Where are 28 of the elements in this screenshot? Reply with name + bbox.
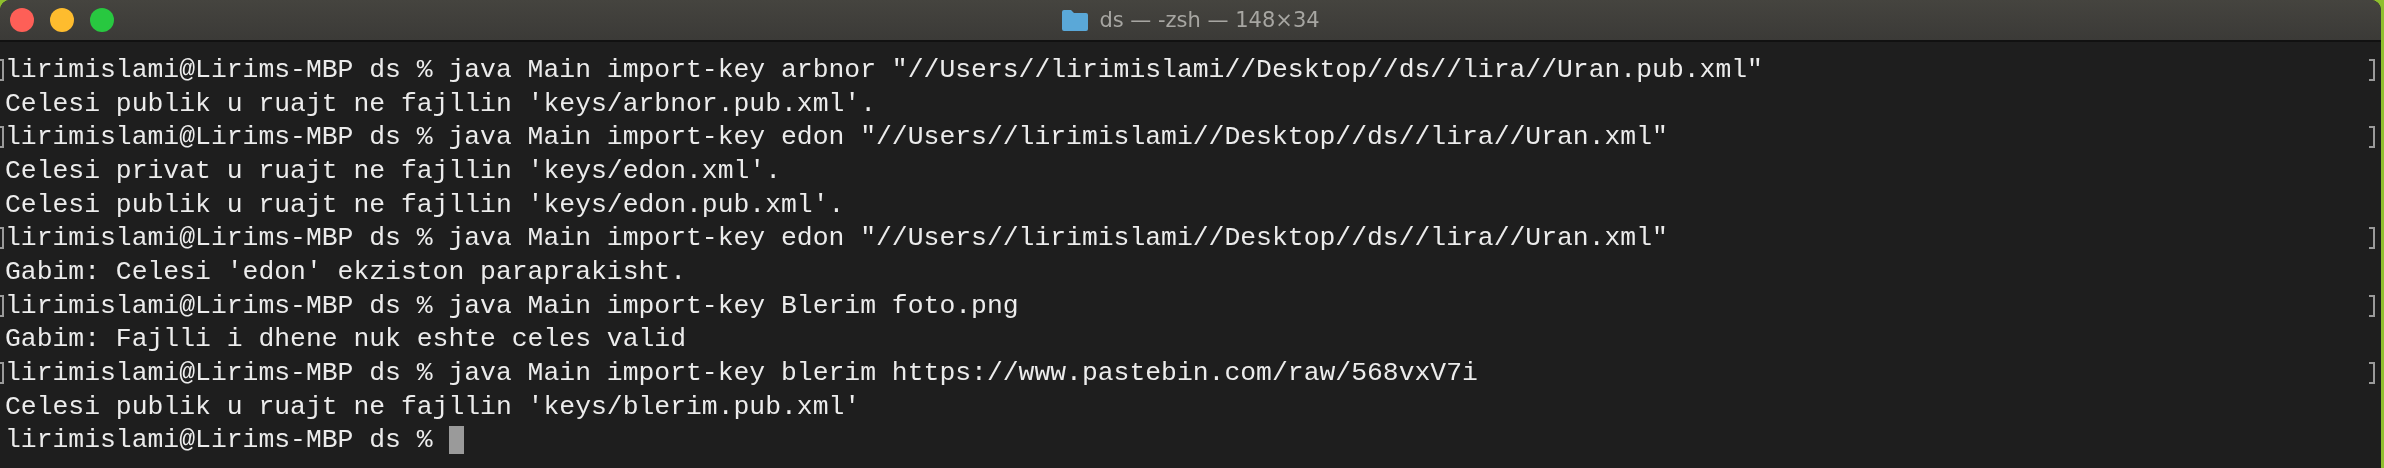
command-line: lirimislami@Lirims-MBP ds % java Main import-key edon "//Users//lirimislami//Desktop//ds//lira//Uran.xml" [5,223,1668,254]
close-button[interactable] [10,8,34,32]
output-line: Gabim: Fajlli i dhene nuk eshte celes valid [5,324,686,355]
command-line: lirimislami@Lirims-MBP ds % java Main import-key blerim https://www.pastebin.com/raw/568vxV7i [5,358,1478,389]
zoom-button[interactable] [90,8,114,32]
mark-icon [2369,126,2375,149]
output-line: Celesi publik u ruajt ne fajllin 'keys/edon.pub.xml'. [5,189,845,220]
output-line: Gabim: Celesi 'edon' ekziston paraprakisht. [5,256,686,287]
mark-icon [0,126,4,149]
command-line: lirimislami@Lirims-MBP ds % java Main import-key arbnor "//Users//lirimislami//Desktop//ds//lira//Uran.pub.xml" [5,54,1763,85]
mark-icon [2369,227,2375,250]
output-line: Celesi publik u ruajt ne fajllin 'keys/arbnor.pub.xml'. [5,88,877,119]
minimize-button[interactable] [50,8,74,32]
mark-icon [0,59,4,81]
mark-icon [0,362,4,385]
command-line: lirimislami@Lirims-MBP ds % [5,425,433,456]
cursor [448,426,464,455]
folder-icon [1061,9,1090,31]
window-title: ds — -zsh — 148×34 [1099,8,1320,32]
command-line: lirimislami@Lirims-MBP ds % java Main import-key Blerim foto.png [5,290,1019,321]
command-line: lirimislami@Lirims-MBP ds % java Main import-key edon "//Users//lirimislami//Desktop//ds//lira//Uran.xml" [5,122,1668,153]
output-line: Celesi publik u ruajt ne fajllin 'keys/blerim.pub.xml' [5,391,861,422]
mark-icon [0,227,4,250]
mark-icon [2369,362,2375,385]
mark-icon [0,294,4,317]
output-line: Celesi privat u ruajt ne fajllin 'keys/edon.xml'. [5,155,781,186]
mark-icon [2369,294,2375,317]
mark-icon [2369,59,2375,81]
